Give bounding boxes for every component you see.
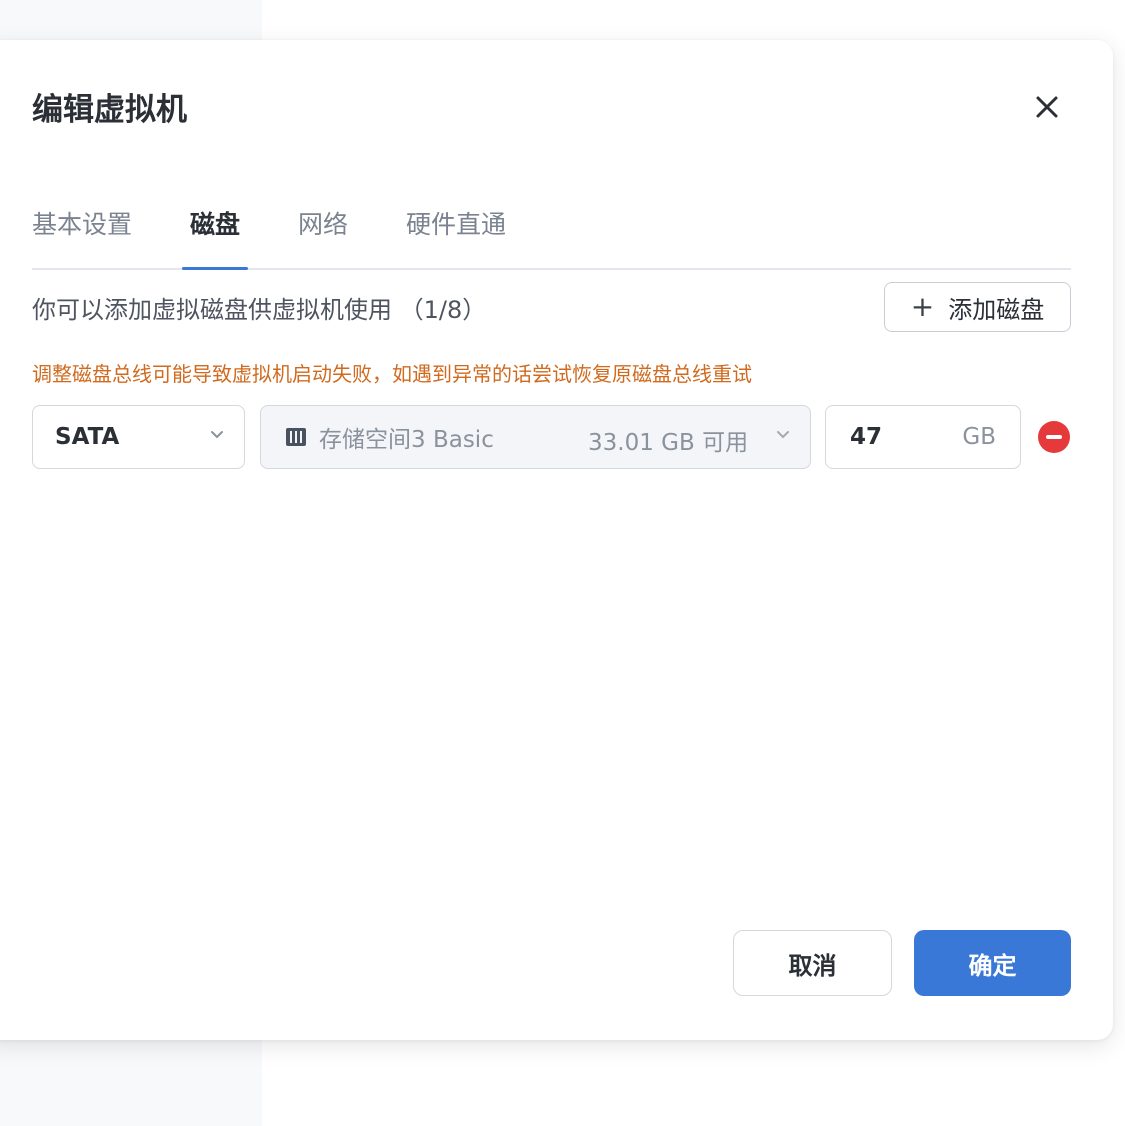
tab-disk[interactable]: 磁盘 [190, 205, 240, 241]
disk-bus-value: SATA [55, 424, 120, 450]
plus-icon: + [910, 290, 935, 323]
minus-icon [1046, 435, 1062, 439]
remove-disk-button[interactable] [1038, 421, 1070, 453]
edit-vm-dialog: 编辑虚拟机 基本设置 磁盘 网络 硬件直通 你可以添加虚拟磁盘供虚拟机使用 （1… [0, 40, 1113, 1040]
chevron-down-icon [777, 431, 789, 439]
tab-hardware-passthrough[interactable]: 硬件直通 [406, 205, 506, 241]
tab-basic-settings[interactable]: 基本设置 [32, 205, 132, 241]
dialog-title: 编辑虚拟机 [32, 92, 187, 128]
disk-description: 你可以添加虚拟磁盘供虚拟机使用 （1/8） [32, 296, 487, 324]
disk-bus-select[interactable]: SATA [32, 405, 245, 469]
close-icon [1036, 96, 1058, 118]
disk-size-input[interactable] [850, 420, 940, 454]
close-button[interactable] [1030, 90, 1064, 124]
tab-network[interactable]: 网络 [298, 205, 348, 241]
chevron-down-icon [211, 431, 223, 439]
confirm-button[interactable]: 确定 [914, 930, 1071, 996]
active-tab-indicator [182, 267, 248, 270]
storage-free-space: 33.01 GB 可用 [588, 430, 749, 456]
add-disk-button[interactable]: + 添加磁盘 [884, 282, 1071, 332]
storage-select[interactable]: 存储空间3 Basic 33.01 GB 可用 [260, 405, 811, 469]
disk-row: SATA 存储空间3 Basic 33.01 GB 可用 GB [32, 405, 1072, 469]
tab-bar: 基本设置 磁盘 网络 硬件直通 [32, 200, 1071, 270]
storage-icon [285, 427, 307, 447]
bus-warning-text: 调整磁盘总线可能导致虚拟机启动失败，如遇到异常的话尝试恢复原磁盘总线重试 [32, 362, 752, 386]
disk-size-unit: GB [962, 424, 996, 450]
storage-name: 存储空间3 Basic [319, 427, 494, 453]
add-disk-label: 添加磁盘 [948, 295, 1045, 324]
disk-size-field: GB [825, 405, 1021, 469]
cancel-button[interactable]: 取消 [733, 930, 892, 996]
